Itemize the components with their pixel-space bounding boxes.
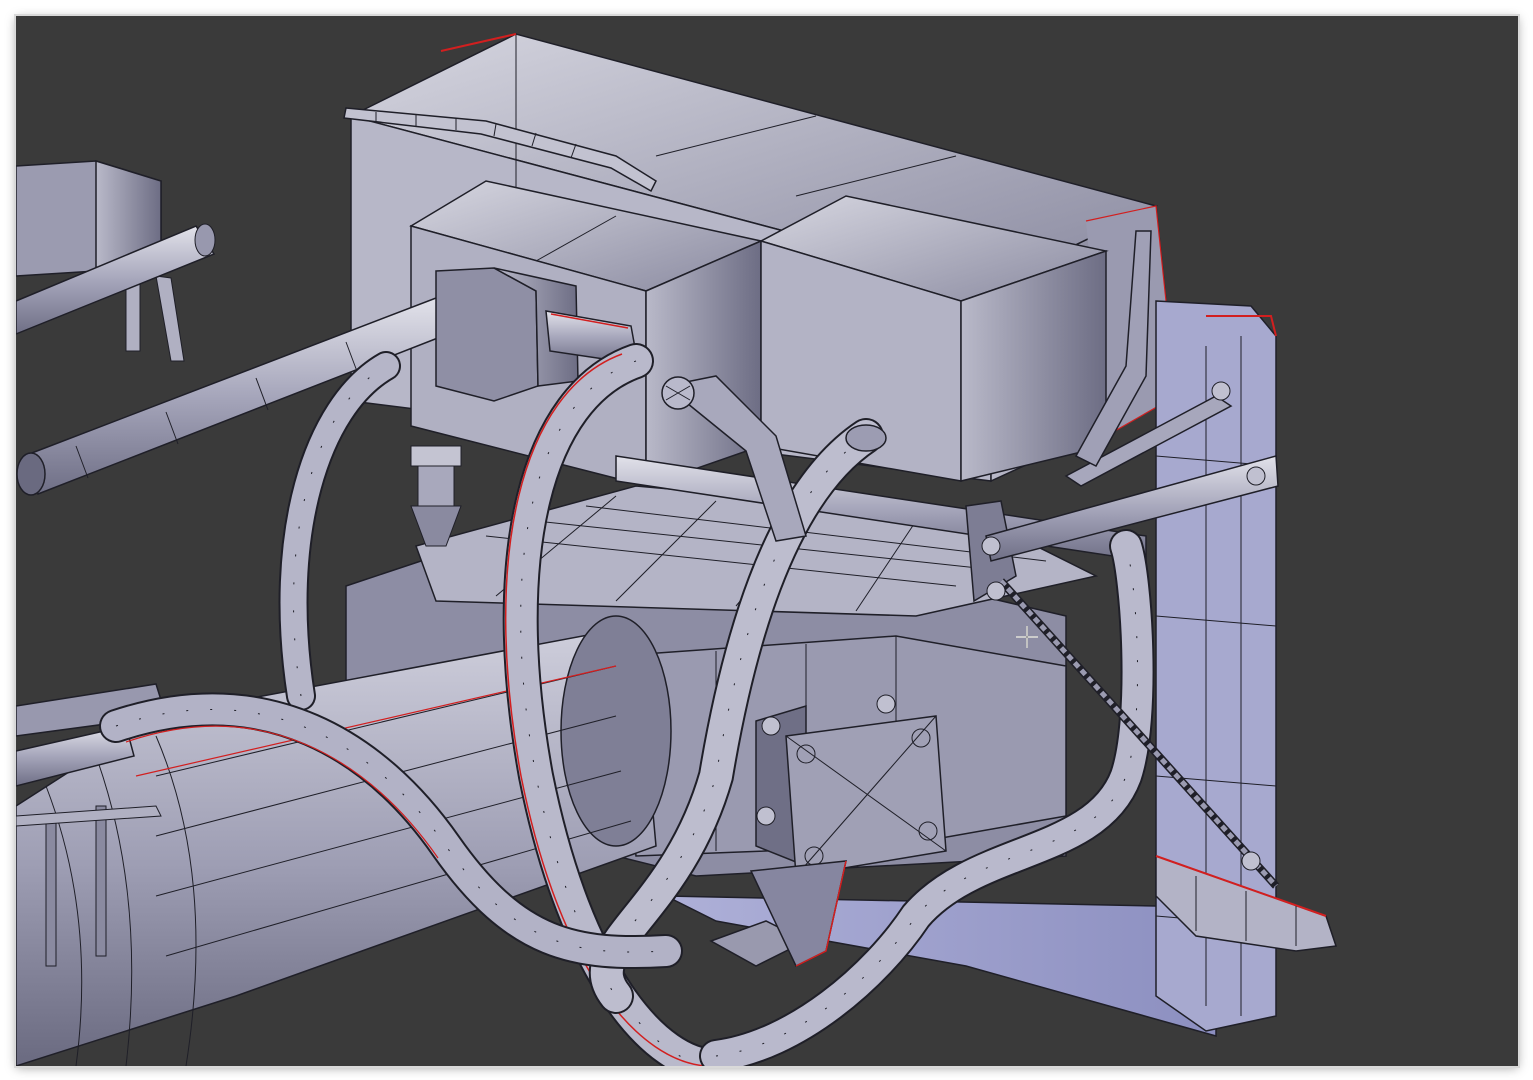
3d-viewport[interactable] [16,16,1518,1066]
valve-fitting[interactable] [410,445,462,547]
mesh-render[interactable] [16,16,1518,1066]
main-cylinder[interactable] [16,615,672,1066]
crosshair-cursor-icon [1016,626,1038,648]
